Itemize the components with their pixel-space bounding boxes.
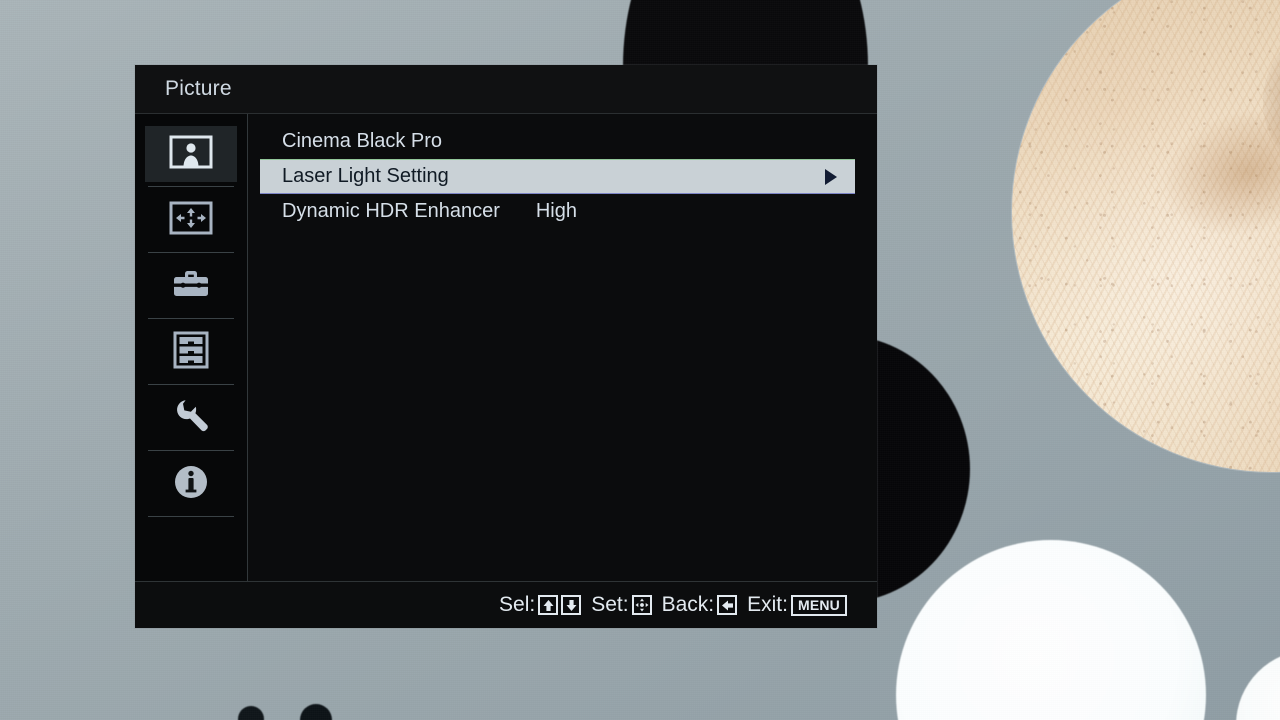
page-title: Picture — [165, 77, 232, 100]
menu-item-value: High — [535, 200, 577, 222]
osd-body: Cinema Black Pro Laser Light Setting Dyn… — [135, 114, 877, 581]
hint-exit-label: Exit: — [747, 593, 788, 616]
toolbox-function-icon — [169, 267, 213, 306]
sidebar-item-information[interactable] — [145, 456, 237, 512]
sidebar-divider — [148, 516, 234, 517]
menu-row-laser-light-setting[interactable]: Laser Light Setting — [260, 159, 855, 194]
sidebar-item-installation[interactable] — [145, 192, 237, 248]
menu-item-label: Laser Light Setting — [282, 165, 449, 187]
sidebar-item-picture[interactable] — [145, 126, 237, 182]
hint-exit: Exit: MENU — [747, 593, 847, 617]
osd-content: Cinema Black Pro Laser Light Setting Dyn… — [248, 114, 877, 581]
fur-speckle-texture — [1012, 0, 1280, 472]
projector-screen: Picture Cinema Black Pro Laser Light Set… — [0, 0, 1280, 720]
bright-highlight-circle — [896, 540, 1206, 720]
dark-nub-left — [238, 706, 264, 720]
info-circle-icon — [172, 463, 210, 506]
menu-list: Cinema Black Pro Laser Light Setting Dyn… — [248, 114, 877, 229]
osd-menu-panel: Picture Cinema Black Pro Laser Light Set… — [135, 65, 877, 628]
hint-set-label: Set: — [591, 593, 629, 616]
osd-footer-hints: Sel: Set: Back: Exit: MENU — [135, 581, 877, 628]
sidebar-divider — [148, 186, 234, 187]
hint-set: Set: — [591, 593, 652, 617]
menu-item-label: Dynamic HDR Enhancer — [282, 200, 500, 222]
menu-item-label: Cinema Black Pro — [282, 130, 443, 152]
menu-row-cinema-black-pro[interactable]: Cinema Black Pro — [260, 124, 855, 159]
picture-screen-icon — [169, 135, 213, 174]
chevron-right-icon — [825, 168, 837, 185]
bright-highlight-circle-secondary — [1236, 650, 1280, 720]
arrow-down-key-icon[interactable] — [561, 595, 582, 615]
drawers-input-signal-icon — [172, 331, 210, 374]
arrow-left-key-icon[interactable] — [717, 595, 738, 615]
menu-key-icon[interactable]: MENU — [790, 594, 847, 616]
dpad-center-key-icon[interactable] — [631, 595, 652, 615]
sidebar-divider — [148, 252, 234, 253]
sidebar-divider — [148, 318, 234, 319]
sidebar-divider — [148, 450, 234, 451]
hint-back-label: Back: — [661, 593, 715, 616]
osd-sidebar — [135, 114, 248, 581]
menu-row-dynamic-hdr-enhancer[interactable]: Dynamic HDR Enhancer High — [260, 194, 855, 229]
hint-back: Back: — [662, 593, 738, 617]
sidebar-item-input-signal[interactable] — [145, 324, 237, 380]
sidebar-item-function[interactable] — [145, 258, 237, 314]
hint-select: Sel: — [499, 593, 582, 617]
osd-title-bar: Picture — [135, 65, 877, 114]
sidebar-divider — [148, 384, 234, 385]
hint-select-label: Sel: — [499, 593, 536, 616]
installation-move-icon — [169, 201, 213, 240]
wrench-settings-icon — [171, 396, 211, 441]
arrow-up-key-icon[interactable] — [538, 595, 559, 615]
dog-head-circle — [1012, 0, 1280, 472]
dark-nub-right — [300, 704, 332, 720]
sidebar-item-settings[interactable] — [145, 390, 237, 446]
